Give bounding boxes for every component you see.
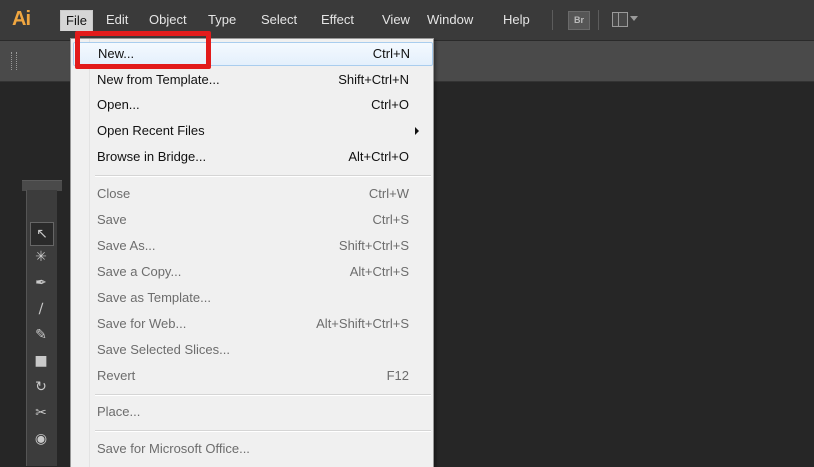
menu-item-shortcut: F12 — [386, 368, 409, 383]
menu-separator — [95, 175, 431, 177]
menu-help[interactable]: Help — [498, 10, 535, 30]
menu-item-shortcut: Ctrl+S — [372, 212, 409, 227]
menu-item-save-for-microsoft-office[interactable]: Save for Microsoft Office... — [73, 437, 431, 461]
menu-item-place[interactable]: Place... — [73, 400, 431, 424]
menu-item-shortcut: Alt+Shift+Ctrl+S — [316, 316, 409, 331]
menu-item-label: Save as Template... — [97, 290, 211, 305]
menu-item-label: Save — [97, 212, 127, 227]
menu-item-label: Save As... — [97, 238, 156, 253]
menu-item-label: Save Selected Slices... — [97, 342, 230, 357]
bridge-button[interactable]: Br — [568, 11, 590, 30]
line-tool-icon[interactable]: ∕ — [30, 298, 52, 320]
menu-separator — [95, 430, 431, 432]
menu-item-label: Browse in Bridge... — [97, 149, 207, 164]
menu-item-shortcut: Ctrl+O — [371, 97, 409, 112]
menu-item-label: Open... — [97, 97, 140, 112]
menu-select[interactable]: Select — [256, 10, 302, 30]
menu-window[interactable]: Window — [422, 10, 478, 30]
menu-item-save-selected-slices[interactable]: Save Selected Slices... — [73, 338, 431, 362]
menu-item-label: Open Recent Files — [97, 123, 205, 138]
menubar-divider — [552, 10, 553, 30]
globe-tool-icon[interactable]: ◉ — [30, 428, 52, 450]
blob-brush-tool-icon[interactable]: ■ — [30, 350, 52, 372]
menu-view[interactable]: View — [377, 10, 415, 30]
menubar-divider — [598, 10, 599, 30]
menu-item-save-as[interactable]: Save As... Shift+Ctrl+S — [73, 234, 431, 258]
app-logo: Ai — [12, 8, 31, 30]
menu-item-shortcut: Alt+Ctrl+O — [348, 149, 409, 164]
menu-item-save-for-web[interactable]: Save for Web... Alt+Shift+Ctrl+S — [73, 312, 431, 336]
menu-item-label: Close — [97, 186, 131, 201]
control-bar-grip[interactable] — [11, 52, 17, 70]
selection-tool-icon[interactable]: ↖ — [30, 222, 54, 246]
chevron-down-icon — [630, 16, 638, 21]
menu-item-label: Save for Microsoft Office... — [97, 441, 250, 456]
menu-item-open-recent-files[interactable]: Open Recent Files — [73, 119, 431, 143]
menu-item-save-a-copy[interactable]: Save a Copy... Alt+Ctrl+S — [73, 260, 431, 284]
menu-object[interactable]: Object — [144, 10, 192, 30]
scissors-tool-icon[interactable]: ✂ — [30, 402, 52, 424]
pen-tool-icon[interactable]: ✒ — [30, 272, 52, 294]
menu-separator — [95, 394, 431, 396]
magic-wand-tool-icon[interactable]: ✳ — [30, 246, 52, 268]
menu-file[interactable]: File — [60, 10, 93, 31]
menu-type[interactable]: Type — [203, 10, 241, 30]
menu-item-save-as-template[interactable]: Save as Template... — [73, 286, 431, 310]
paintbrush-tool-icon[interactable]: ✎ — [30, 324, 52, 346]
menu-item-label: Revert — [97, 368, 136, 383]
file-menu-dropdown: New... Ctrl+N New from Template... Shift… — [70, 38, 434, 467]
arrange-documents-icon — [612, 12, 628, 27]
menu-item-shortcut: Ctrl+W — [368, 186, 409, 201]
menu-item-new-from-template[interactable]: New from Template... Shift+Ctrl+N — [73, 68, 431, 92]
menu-item-browse-in-bridge[interactable]: Browse in Bridge... Alt+Ctrl+O — [73, 145, 431, 169]
menu-edit[interactable]: Edit — [101, 10, 133, 30]
menu-item-open[interactable]: Open... Ctrl+O — [73, 93, 431, 117]
arrange-documents-button[interactable] — [612, 11, 638, 28]
menu-item-label: New from Template... — [97, 72, 220, 87]
rotate-tool-icon[interactable]: ↻ — [30, 376, 52, 398]
menu-item-label: Place... — [97, 404, 141, 419]
menu-item-shortcut: Shift+Ctrl+N — [338, 72, 409, 87]
menu-item-shortcut: Ctrl+N — [372, 46, 410, 61]
menu-item-revert[interactable]: Revert F12 — [73, 364, 431, 388]
annotation-highlight-box — [75, 31, 211, 69]
menu-item-label: Save a Copy... — [97, 264, 182, 279]
menu-item-shortcut: Alt+Ctrl+S — [349, 264, 409, 279]
menu-item-shortcut: Shift+Ctrl+S — [338, 238, 409, 253]
menu-item-label: Save for Web... — [97, 316, 187, 331]
menu-item-save[interactable]: Save Ctrl+S — [73, 208, 431, 232]
submenu-arrow-icon — [415, 127, 419, 135]
menu-item-close[interactable]: Close Ctrl+W — [73, 182, 431, 206]
menu-effect[interactable]: Effect — [316, 10, 359, 30]
